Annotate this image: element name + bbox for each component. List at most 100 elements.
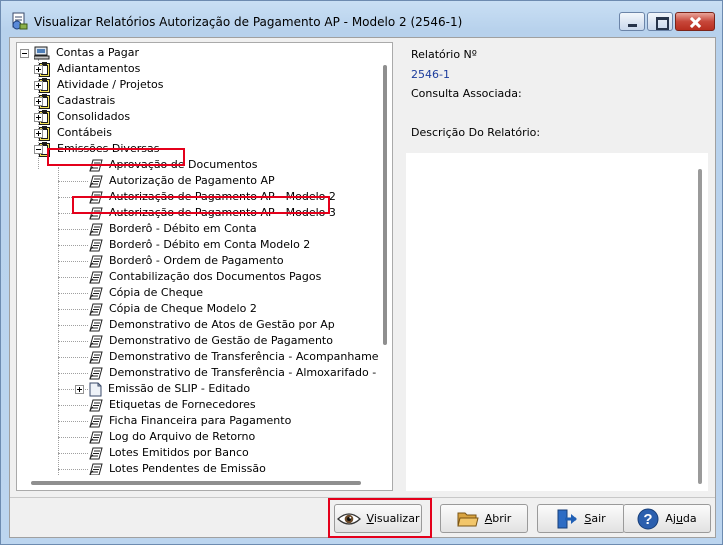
report-icon	[89, 351, 103, 363]
ajuda-button[interactable]: ? Ajuda	[623, 504, 711, 533]
tree-folder-row[interactable]: Contábeis	[39, 125, 114, 141]
tree-folder-label: Atividade / Projetos	[57, 78, 164, 91]
tree-vertical-scrollbar[interactable]	[378, 43, 392, 475]
tree-horizontal-scrollbar[interactable]	[17, 475, 378, 490]
report-tree[interactable]: Contas a Pagar Adiantamentos Atividade / …	[16, 42, 393, 491]
window-title: Visualizar Relatórios Autorização de Pag…	[34, 15, 463, 29]
report-number-label: Relatório Nº	[411, 48, 477, 61]
help-icon: ?	[637, 508, 659, 529]
tree-report-item[interactable]: Contabilização dos Documentos Pagos	[89, 269, 323, 285]
visualizar-button[interactable]: Visualizar	[334, 504, 422, 533]
tree-report-item[interactable]: Cópia de Cheque	[89, 285, 205, 301]
tree-report-label: Demonstrativo de Transferência - Acompan…	[109, 350, 393, 363]
abrir-button[interactable]: Abrir	[440, 504, 528, 533]
tree-folder-label: Consolidados	[57, 110, 131, 123]
sair-label: Sair	[584, 512, 606, 525]
tree-report-item[interactable]: Emissão de SLIP - Editado	[89, 381, 252, 397]
tree-root-label: Contas a Pagar	[56, 46, 140, 59]
description-textbox[interactable]	[406, 153, 692, 491]
tree-report-label: Lotes Pendentes de Emissão	[109, 462, 266, 475]
expand-folder-icon[interactable]	[34, 113, 43, 122]
report-number-value: 2546-1	[411, 68, 450, 81]
tree-report-item[interactable]: Demonstrativo de Transferência - Almoxar…	[89, 365, 392, 381]
tree-report-item[interactable]: Borderô - Ordem de Pagamento	[89, 253, 286, 269]
expand-report-icon[interactable]	[75, 385, 84, 394]
expand-folder-icon[interactable]	[34, 81, 43, 90]
tree-report-label: Autorização de Pagamento AP	[109, 174, 275, 187]
tree-folder-row[interactable]: Cadastrais	[39, 93, 117, 109]
window-bottom-edge	[1, 538, 722, 544]
description-label: Descrição Do Relatório:	[411, 126, 541, 139]
tree-report-item[interactable]: Borderô - Débito em Conta	[89, 221, 259, 237]
tree-report-label: Contabilização dos Documentos Pagos	[109, 270, 322, 283]
tree-horizontal-scroll-thumb[interactable]	[31, 481, 361, 485]
exit-door-icon	[557, 509, 578, 528]
tree-vertical-scroll-thumb[interactable]	[383, 65, 387, 345]
report-icon	[89, 239, 103, 251]
report-icon	[89, 319, 103, 331]
expand-folder-icon[interactable]	[34, 97, 43, 106]
close-button[interactable]	[675, 12, 715, 31]
description-scrollbar[interactable]	[692, 153, 708, 491]
tree-report-label: Log do Arquivo de Retorno	[109, 430, 256, 443]
scroll-corner	[378, 475, 392, 490]
report-highlight-box	[72, 196, 330, 214]
tree-report-item[interactable]: Autorização de Pagamento AP	[89, 173, 277, 189]
report-icon	[89, 399, 103, 411]
tree-report-label: Demonstrativo de Gestão de Pagamento	[109, 334, 333, 347]
tree-folder-label: Contábeis	[57, 126, 112, 139]
tree-report-label: Etiquetas de Fornecedores	[109, 398, 256, 411]
expand-folder-icon[interactable]	[34, 129, 43, 138]
title-bar[interactable]: Visualizar Relatórios Autorização de Pag…	[1, 1, 722, 37]
tree-report-item[interactable]: Demonstrativo de Transferência - Acompan…	[89, 349, 393, 365]
tree-report-item[interactable]: Etiquetas de Fornecedores	[89, 397, 258, 413]
report-info-panel: Relatório Nº 2546-1 Consulta Associada: …	[402, 42, 708, 491]
minimize-button[interactable]	[619, 12, 645, 31]
eye-icon	[336, 512, 361, 525]
report-icon	[89, 287, 103, 299]
maximize-button[interactable]	[647, 12, 673, 31]
ajuda-label: Ajuda	[665, 512, 697, 525]
report-icon	[89, 335, 103, 347]
tree-folder-label: Cadastrais	[57, 94, 116, 107]
tree-report-label: Borderô - Débito em Conta	[109, 222, 257, 235]
tree-report-label: Demonstrativo de Atos de Gestão por Ap	[109, 318, 335, 331]
button-bar: Visualizar Abrir Sair ? Ajuda	[10, 497, 715, 538]
report-icon	[89, 255, 103, 267]
report-icon	[89, 271, 103, 283]
tree-root-row[interactable]: Contas a Pagar	[20, 45, 141, 61]
tree-report-label: Cópia de Cheque	[109, 286, 204, 299]
collapse-root-icon[interactable]	[20, 48, 29, 58]
tree-report-item[interactable]: Demonstrativo de Atos de Gestão por Ap	[89, 317, 337, 333]
report-icon	[89, 223, 103, 235]
tree-report-item[interactable]: Ficha Financeira para Pagamento	[89, 413, 293, 429]
tree-report-label: Lotes Emitidos por Banco	[109, 446, 249, 459]
tree-report-item[interactable]: Lotes Emitidos por Banco	[89, 445, 251, 461]
collapse-folder-icon[interactable]	[34, 145, 43, 154]
svg-text:?: ?	[644, 511, 653, 528]
report-icon	[89, 367, 103, 379]
tree-folder-row[interactable]: Consolidados	[39, 109, 132, 125]
tree-report-item[interactable]: Borderô - Débito em Conta Modelo 2	[89, 237, 312, 253]
sair-button[interactable]: Sair	[537, 504, 625, 533]
expand-folder-icon[interactable]	[34, 65, 43, 74]
report-icon	[89, 447, 103, 459]
tree-report-item[interactable]: Log do Arquivo de Retorno	[89, 429, 257, 445]
tree-report-label: Borderô - Débito em Conta Modelo 2	[109, 238, 311, 251]
description-scroll-thumb[interactable]	[698, 169, 702, 484]
tree-folder-label: Adiantamentos	[57, 62, 141, 75]
tree-report-label: Borderô - Ordem de Pagamento	[109, 254, 284, 267]
tree-folder-row[interactable]: Atividade / Projetos	[39, 77, 166, 93]
tree-report-item[interactable]: Demonstrativo de Gestão de Pagamento	[89, 333, 335, 349]
tree-folder-row[interactable]: Adiantamentos	[39, 61, 142, 77]
computer-icon	[34, 46, 50, 60]
folder-highlight-box	[47, 148, 185, 166]
report-icon	[89, 431, 103, 443]
tree-report-label: Cópia de Cheque Modelo 2	[109, 302, 257, 315]
abrir-label: Abrir	[484, 512, 512, 525]
report-app-icon	[12, 12, 28, 30]
tree-report-label: Ficha Financeira para Pagamento	[109, 414, 292, 427]
visualizar-label: Visualizar	[366, 512, 420, 525]
tree-report-item[interactable]: Cópia de Cheque Modelo 2	[89, 301, 259, 317]
report-icon	[89, 303, 103, 315]
